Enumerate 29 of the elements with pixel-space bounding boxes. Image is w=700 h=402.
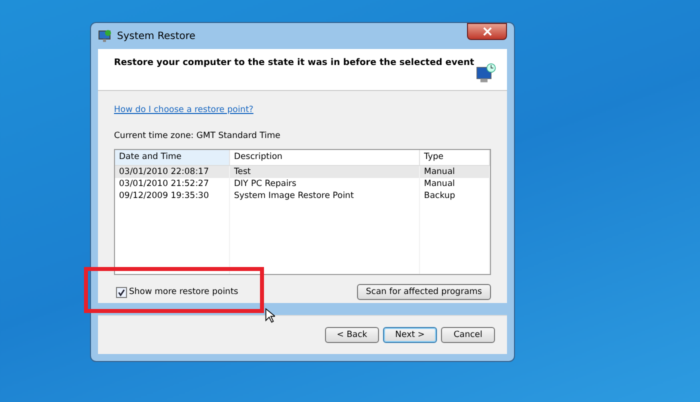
show-more-checkbox[interactable]: Show more restore points xyxy=(116,286,238,298)
close-button[interactable] xyxy=(467,23,507,40)
time-zone-label: Current time zone: GMT Standard Time xyxy=(114,131,282,141)
monitor-icon xyxy=(98,29,112,43)
table-cell: Manual xyxy=(420,178,490,190)
table-cell: Manual xyxy=(420,166,490,178)
scan-button[interactable]: Scan for affected programs xyxy=(356,284,491,300)
mouse-pointer-icon xyxy=(265,308,275,323)
dialog-heading: Restore your computer to the state it was in before the selected event xyxy=(114,58,474,70)
table-row[interactable]: 03/01/2010 22:08:17 Test Manual xyxy=(115,166,490,178)
table-cell: Backup xyxy=(420,190,490,202)
column-header[interactable]: Date and Time xyxy=(115,150,230,165)
help-link[interactable]: How do I choose a restore point? xyxy=(114,105,254,115)
nav-button[interactable]: < Back xyxy=(325,327,379,343)
table-cell: 03/01/2010 22:08:17 xyxy=(115,166,230,178)
table-row[interactable]: 09/12/2009 19:35:30 System Image Restore Point Backup xyxy=(115,190,490,202)
table-cell: System Image Restore Point xyxy=(230,190,420,202)
table-cell: Test xyxy=(230,166,420,178)
nav-button[interactable]: Next > xyxy=(383,327,437,343)
table-cell: 09/12/2009 19:35:30 xyxy=(115,190,230,202)
table-row[interactable]: 03/01/2010 21:52:27 DIY PC Repairs Manual xyxy=(115,178,490,190)
table-cell: DIY PC Repairs xyxy=(230,178,420,190)
nav-button[interactable]: Cancel xyxy=(441,327,495,343)
column-header[interactable]: Description xyxy=(230,150,420,165)
checkmark-icon xyxy=(117,288,126,296)
window-title: System Restore xyxy=(117,30,196,42)
close-icon xyxy=(482,27,492,36)
column-header[interactable]: Type xyxy=(420,150,490,165)
table-cell: 03/01/2010 21:52:27 xyxy=(115,178,230,190)
